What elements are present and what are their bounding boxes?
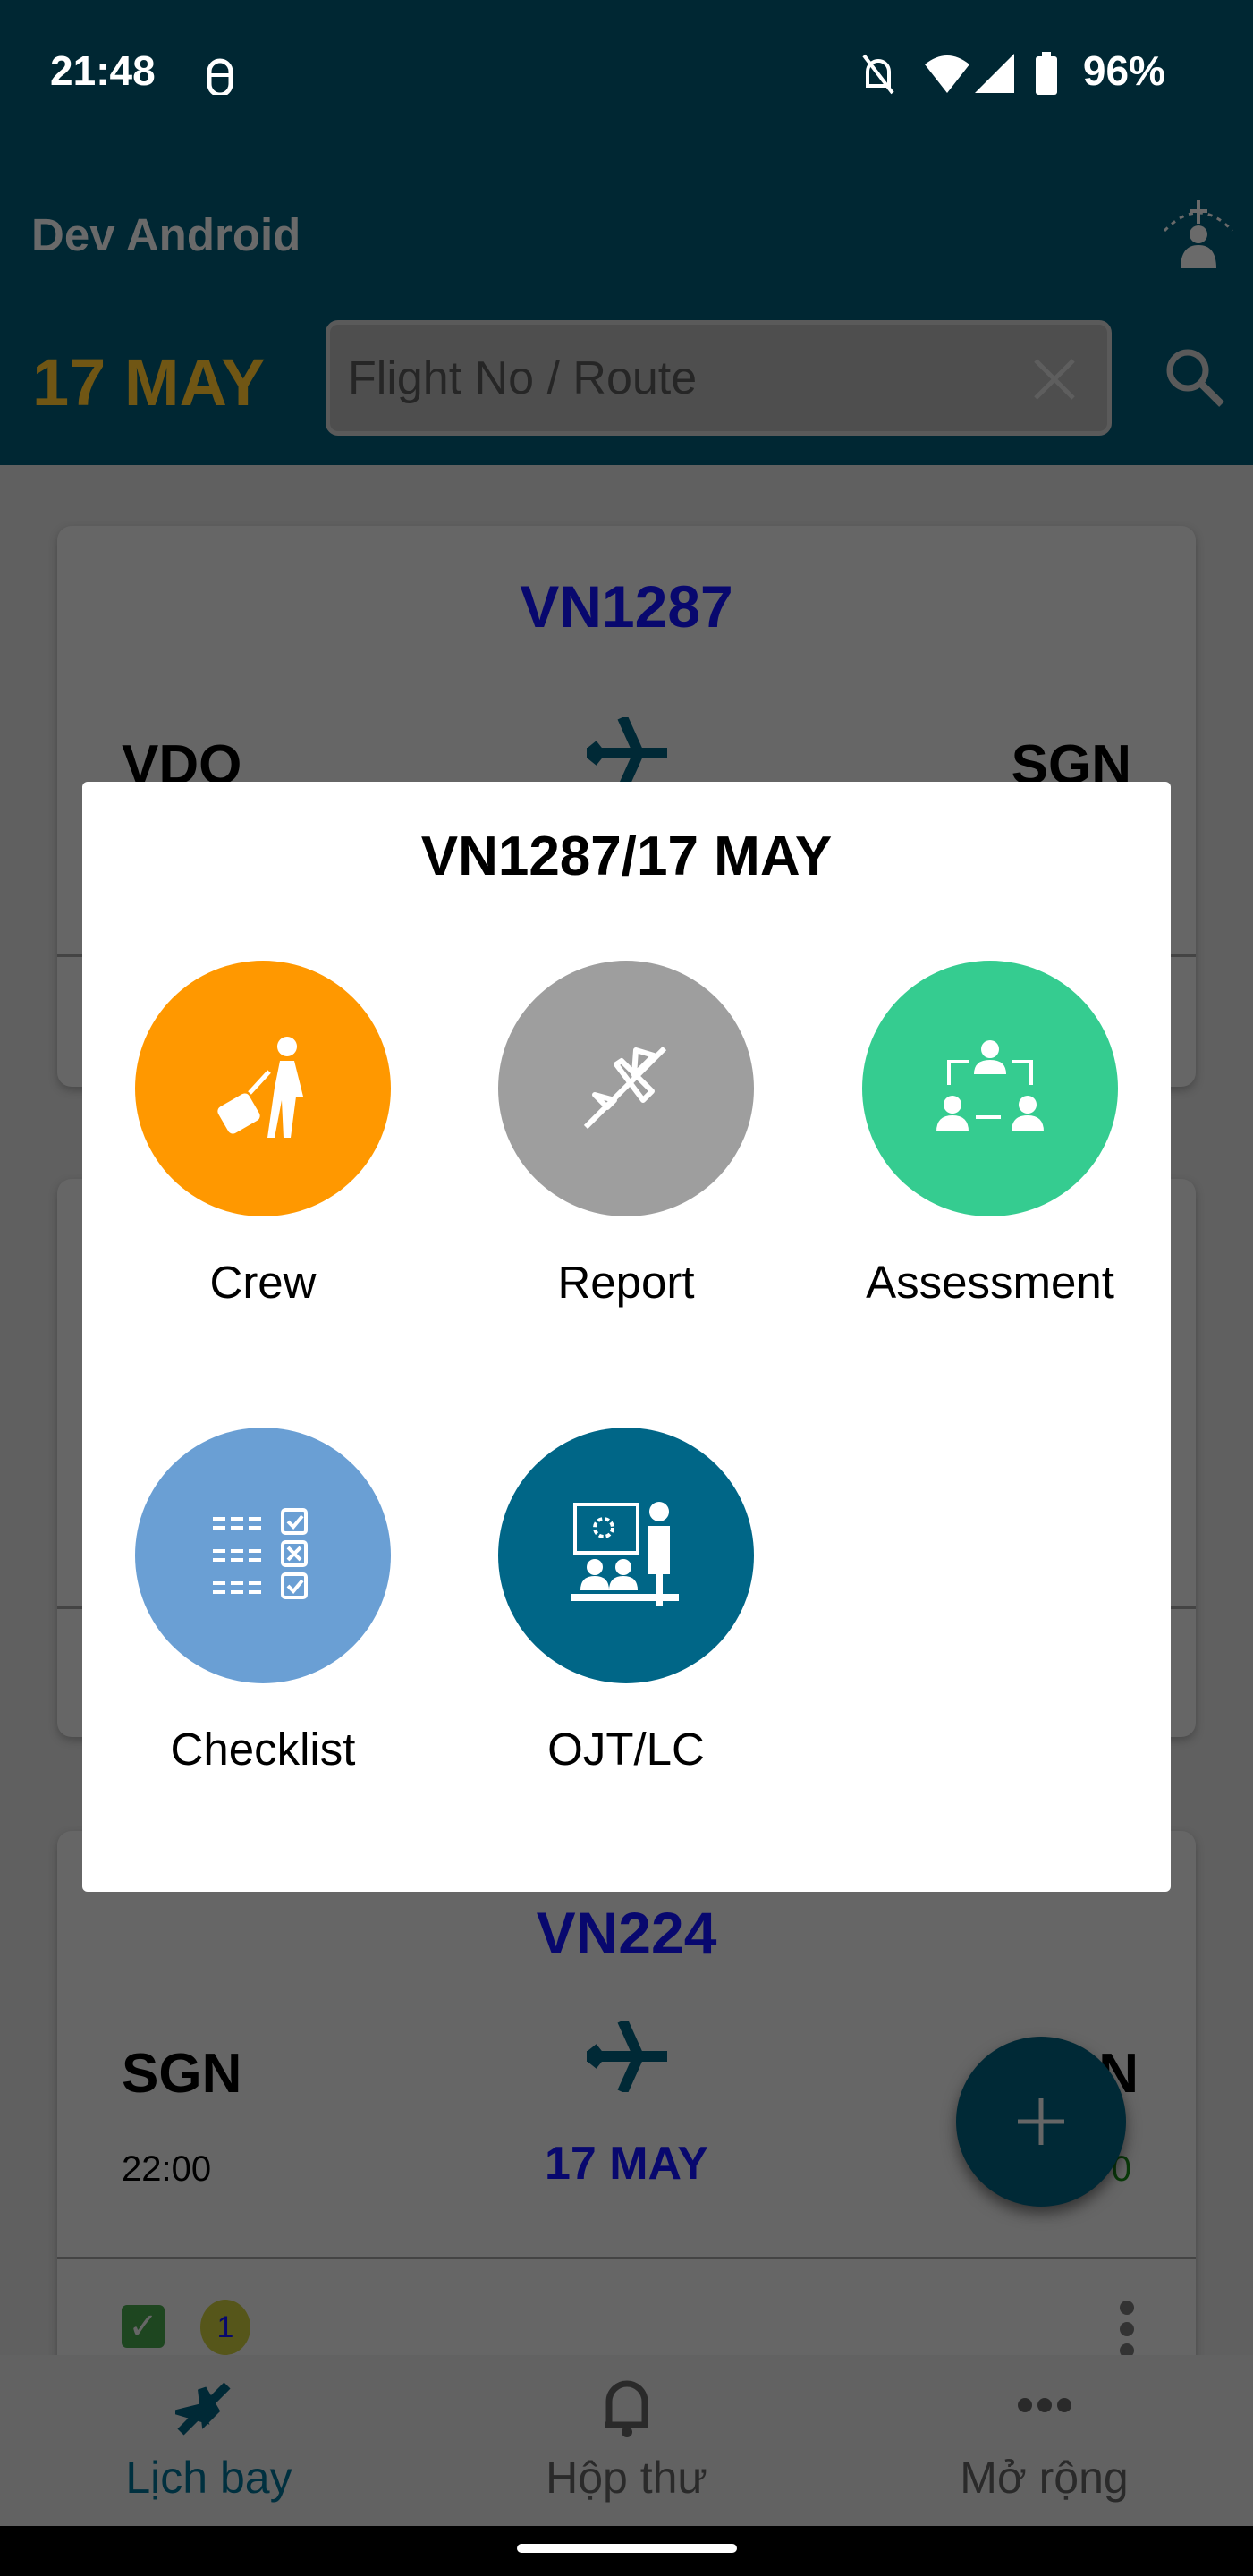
option-label: Report	[557, 1257, 695, 1308]
status-time: 21:48	[50, 47, 156, 94]
count-badge: 1	[200, 2300, 250, 2355]
bottom-navigation: Lịch bay Hộp thư Mở rộng	[0, 2355, 1253, 2526]
option-checklist[interactable]: Checklist	[75, 1428, 451, 1775]
ojt-lc-circle	[498, 1428, 754, 1683]
traveler-luggage-icon	[217, 1037, 303, 1138]
option-label: Assessment	[866, 1257, 1114, 1308]
dialog-title: VN1287/17 MAY	[420, 826, 833, 887]
battery-icon	[1036, 52, 1057, 95]
more-horizontal-icon	[1018, 2398, 1071, 2412]
kebab-menu-icon[interactable]	[1118, 2300, 1136, 2359]
flight-number: VN1287	[520, 573, 733, 640]
profile-plane-icon[interactable]	[1159, 195, 1238, 268]
bell-icon	[605, 2380, 648, 2437]
option-ojt-lc[interactable]: OJT/LC	[438, 1428, 814, 1775]
status-bar: 21:48 96%	[0, 0, 1253, 134]
flight-search-field[interactable]	[326, 320, 1112, 436]
checked-icon: ✓	[122, 2305, 165, 2348]
airplane-icon	[583, 1046, 667, 1130]
option-report[interactable]: Report	[438, 961, 814, 1309]
report-circle	[498, 961, 754, 1216]
crew-circle	[135, 961, 391, 1216]
home-gesture-handle[interactable]	[517, 2544, 737, 2553]
checklist-circle	[135, 1428, 391, 1683]
people-exchange-icon	[936, 1040, 1044, 1131]
nav-label: Hộp thư	[546, 2453, 707, 2503]
airplane-icon	[587, 717, 667, 789]
nav-label: Lịch bay	[125, 2453, 292, 2503]
option-label: OJT/LC	[547, 1724, 705, 1775]
system-navigation-bar	[0, 2526, 1253, 2576]
airplane-icon	[175, 2382, 231, 2436]
plus-icon	[1018, 2098, 1064, 2145]
origin-airport: SGN	[122, 2043, 242, 2105]
nav-item-more[interactable]: Mở rộng	[835, 2355, 1253, 2526]
airplane-icon	[587, 2021, 667, 2092]
option-label: Crew	[209, 1257, 317, 1308]
battery-percent: 96%	[1082, 47, 1165, 94]
signal-icon	[975, 54, 1014, 93]
trainer-presentation-icon	[571, 1502, 679, 1606]
nav-label: Mở rộng	[960, 2453, 1129, 2503]
wifi-icon	[925, 55, 969, 93]
add-button[interactable]	[956, 2037, 1126, 2207]
app-title: Dev Android	[31, 209, 301, 260]
option-assessment[interactable]: Assessment	[802, 961, 1178, 1309]
nav-item-inbox[interactable]: Hộp thư	[418, 2355, 835, 2526]
assessment-circle	[862, 961, 1118, 1216]
android-debug-icon	[207, 58, 233, 95]
option-label: Checklist	[170, 1724, 356, 1775]
card-divider	[57, 2257, 1196, 2259]
clear-icon[interactable]	[1032, 357, 1077, 402]
bell-off-icon	[862, 54, 894, 95]
flight-number: VN224	[536, 1900, 717, 1966]
search-input[interactable]	[348, 343, 1028, 414]
selected-date[interactable]: 17 MAY	[32, 344, 266, 420]
nav-item-flights[interactable]: Lịch bay	[0, 2355, 418, 2526]
search-icon[interactable]	[1164, 347, 1227, 410]
checklist-icon	[213, 1508, 308, 1599]
option-crew[interactable]: Crew	[75, 961, 451, 1309]
flight-actions-dialog: VN1287/17 MAY Crew Report Assessment Che…	[82, 782, 1171, 1892]
